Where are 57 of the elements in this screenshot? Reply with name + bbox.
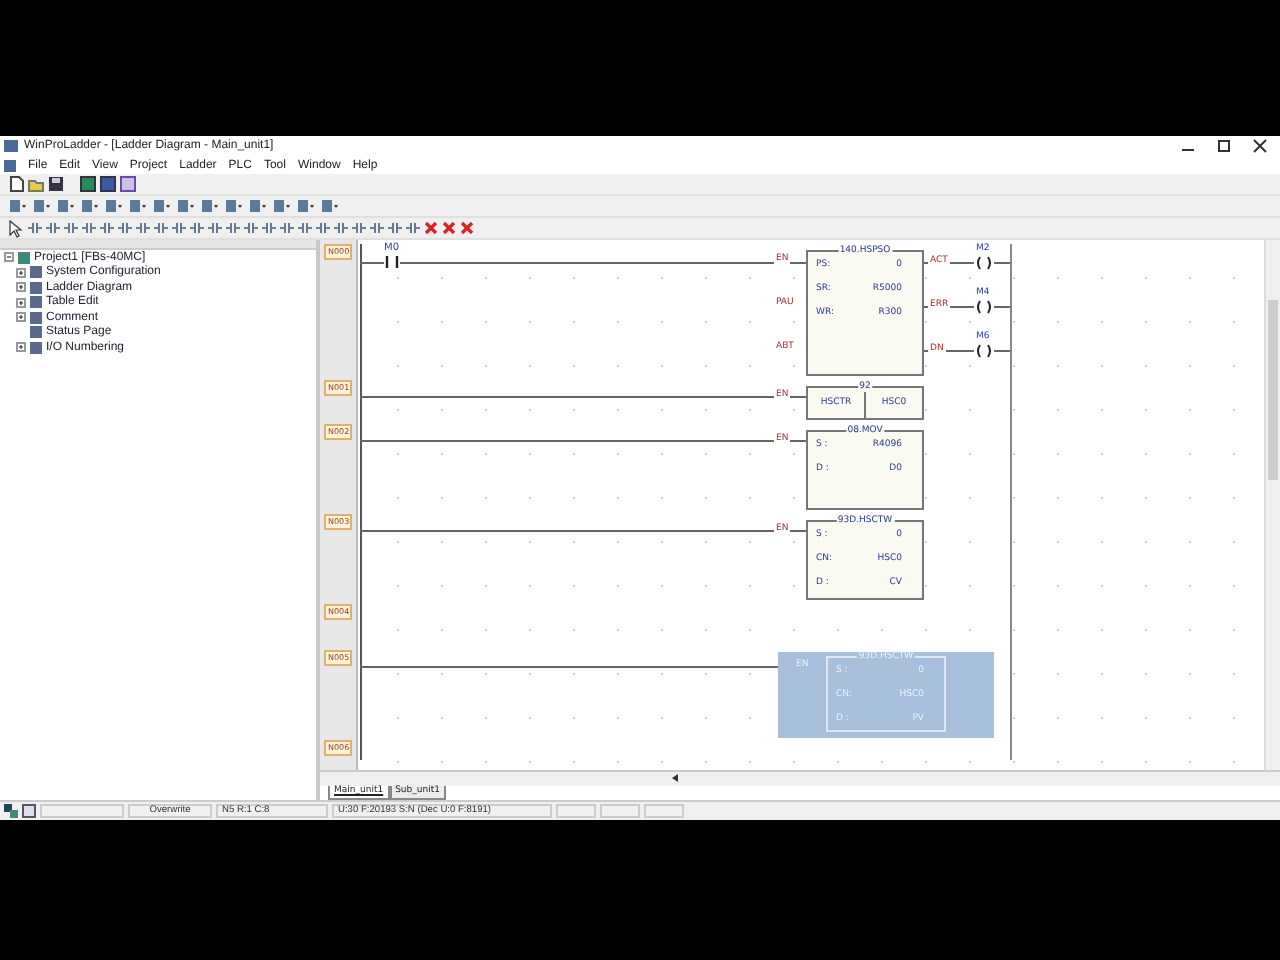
ladder-symbol-icon[interactable] bbox=[208, 220, 222, 236]
ladder-symbol-icon[interactable] bbox=[316, 220, 330, 236]
ladder-symbol-icon[interactable] bbox=[406, 220, 420, 236]
network-icon bbox=[4, 804, 18, 818]
vertical-scrollbar[interactable] bbox=[1264, 240, 1280, 772]
ladder-symbol-icon[interactable] bbox=[82, 220, 96, 236]
expand-icon[interactable] bbox=[16, 297, 26, 308]
close-icon[interactable] bbox=[1252, 138, 1268, 154]
contact-symbol[interactable] bbox=[384, 256, 400, 268]
ladder-symbol-icon[interactable] bbox=[262, 220, 276, 236]
ladder-tool-icon[interactable] bbox=[56, 198, 76, 214]
ladder-tool-icon[interactable] bbox=[128, 198, 148, 214]
ladder-tool-icon[interactable] bbox=[296, 198, 316, 214]
ladder-tool-icon[interactable] bbox=[8, 198, 28, 214]
collapse-icon[interactable] bbox=[4, 252, 14, 263]
ladder-tool-icon[interactable] bbox=[272, 198, 292, 214]
ladder-symbol-icon[interactable] bbox=[388, 220, 402, 236]
ladder-symbol-icon[interactable] bbox=[100, 220, 114, 236]
expand-icon[interactable] bbox=[16, 267, 26, 278]
ladder-symbol-icon[interactable] bbox=[334, 220, 348, 236]
ladder-tool-icon[interactable] bbox=[152, 198, 172, 214]
ladder-symbol-icon[interactable] bbox=[28, 220, 42, 236]
grid-icon bbox=[22, 804, 36, 818]
scroll-left-icon[interactable] bbox=[672, 774, 678, 782]
ladder-tool-icon[interactable] bbox=[80, 198, 100, 214]
horizontal-scrollbar[interactable] bbox=[320, 770, 1280, 786]
ladder-symbol-icon[interactable] bbox=[244, 220, 258, 236]
ladder-tool-icon[interactable] bbox=[176, 198, 196, 214]
ladder-tool-icon[interactable] bbox=[320, 198, 340, 214]
ladder-symbol-icon[interactable] bbox=[226, 220, 240, 236]
expand-icon[interactable] bbox=[16, 282, 26, 293]
delete-icon[interactable] bbox=[460, 220, 474, 236]
ladder-symbol-icon[interactable] bbox=[154, 220, 168, 236]
ladder-symbol-icon[interactable] bbox=[370, 220, 384, 236]
app-icon bbox=[4, 140, 18, 152]
ladder-tool-icon[interactable] bbox=[32, 198, 52, 214]
expand-icon[interactable] bbox=[16, 342, 26, 353]
ladder-symbol-icon[interactable] bbox=[280, 220, 294, 236]
delete-icon[interactable] bbox=[424, 220, 438, 236]
ladder-tool-icon[interactable] bbox=[104, 198, 124, 214]
delete-icon[interactable] bbox=[442, 220, 456, 236]
ladder-symbol-icon[interactable] bbox=[298, 220, 312, 236]
ladder-symbol-icon[interactable] bbox=[64, 220, 78, 236]
ladder-tool-icon[interactable] bbox=[200, 198, 220, 214]
pointer-icon[interactable] bbox=[8, 219, 24, 237]
ladder-symbol-icon[interactable] bbox=[190, 220, 204, 236]
project-icon bbox=[18, 251, 30, 264]
ladder-symbol-icon[interactable] bbox=[118, 220, 132, 236]
expand-icon[interactable] bbox=[16, 312, 26, 323]
ladder-tool-icon[interactable] bbox=[248, 198, 268, 214]
save-icon[interactable] bbox=[48, 176, 64, 192]
ladder-symbol-icon[interactable] bbox=[172, 220, 186, 236]
ladder-symbol-icon[interactable] bbox=[136, 220, 150, 236]
ladder-tool-icon[interactable] bbox=[224, 198, 244, 214]
maximize-icon[interactable] bbox=[1216, 138, 1232, 154]
ladder-symbol-icon[interactable] bbox=[46, 220, 60, 236]
ladder-symbol-icon[interactable] bbox=[352, 220, 366, 236]
